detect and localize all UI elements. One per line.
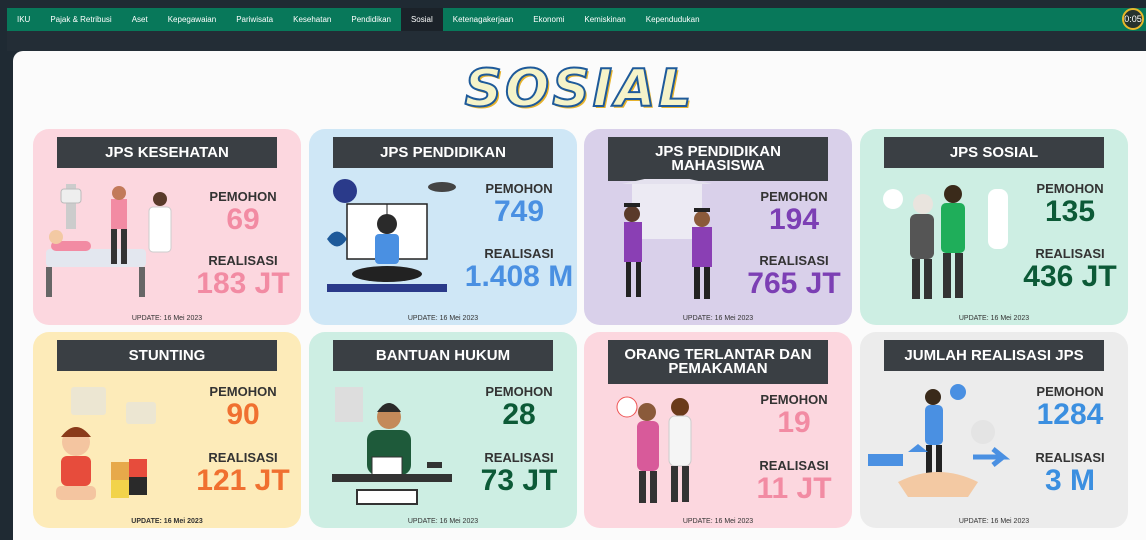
elderly-care-illustration-icon [883,185,1008,299]
nav-item-pajak-retribusi[interactable]: Pajak & Retribusi [40,8,121,31]
realisasi-value: 436 JT [1023,260,1117,293]
card-title: JPS PENDIDIKAN [333,137,553,168]
realisasi-label: REALISASI [1035,246,1105,261]
pemohon-value: 90 [226,398,260,431]
nav-item-kepegawaian[interactable]: Kepegawaian [158,8,226,31]
card-orang-terlantar-pemakaman: ORANG TERLANTAR DAN PEMAKAMAN PEMOHON 19… [584,332,852,528]
card-title: JPS SOSIAL [884,137,1104,168]
update-date: UPDATE: 16 Mei 2023 [958,315,1030,322]
pemohon-value: 135 [1044,195,1096,228]
card-stunting: STUNTING PEMOHON 90 REALISASI 121 JT UPD… [33,332,301,528]
pemohon-value: 28 [502,398,536,431]
sub-bar [7,31,1146,51]
timer-badge: 0:05 [1122,8,1144,30]
pemohon-label: PEMOHON [1036,384,1104,399]
card-title: JPS PENDIDIKAN MAHASISWA [608,137,828,181]
pemohon-label: PEMOHON [485,384,553,399]
nav-item-sosial[interactable]: Sosial [400,8,443,31]
nav-item-pendidikan[interactable]: Pendidikan [341,8,401,31]
lawyer-illustration-icon [332,387,452,505]
card-jps-kesehatan: JPS KESEHATAN PEMOHON 69 REALISASI 183 J… [33,129,301,325]
family-illustration-icon [616,396,692,503]
pemohon-label: PEMOHON [209,189,277,204]
card-title: BANTUAN HUKUM [333,340,553,371]
update-date: UPDATE: 16 Mei 2023 [407,315,479,322]
reading-student-illustration-icon [327,179,456,292]
card-title: JUMLAH REALISASI JPS [884,340,1104,371]
update-date: UPDATE: 16 Mei 2023 [958,518,1030,525]
helping-hand-illustration-icon [868,384,1011,497]
update-date: UPDATE: 16 Mei 2023 [131,315,203,322]
update-date: UPDATE: 16 Mei 2023 [407,518,479,525]
card-title: JPS KESEHATAN [57,137,277,168]
nav-item-pariwisata[interactable]: Pariwisata [226,8,283,31]
nav-item-aset[interactable]: Aset [122,8,158,31]
pemohon-label: PEMOHON [1036,181,1104,196]
graduates-illustration-icon [622,179,712,299]
realisasi-value: 1.408 M [464,260,574,293]
card-jps-pendidikan-mahasiswa: JPS PENDIDIKAN MAHASISWA PEMOHON 194 REA… [584,129,852,325]
nav-item-kesehatan[interactable]: Kesehatan [283,8,341,31]
pemohon-label: PEMOHON [760,189,828,204]
pemohon-value: 1284 [1036,398,1104,431]
realisasi-value: 73 JT [480,464,558,497]
nav-item-kemiskinan[interactable]: Kemiskinan [574,8,635,31]
update-date: UPDATE: 16 Mei 2023 [131,518,203,525]
realisasi-label: REALISASI [484,246,554,261]
nav-item-iku[interactable]: IKU [7,8,40,31]
nav-item-ekonomi[interactable]: Ekonomi [523,8,574,31]
hospital-illustration-icon [46,184,172,297]
card-title: STUNTING [57,340,277,371]
realisasi-value: 3 M [1044,464,1095,497]
realisasi-value: 183 JT [196,267,290,300]
update-date: UPDATE: 16 Mei 2023 [682,315,754,322]
card-title: ORANG TERLANTAR DAN PEMAKAMAN [608,340,828,384]
realisasi-label: REALISASI [484,450,554,465]
realisasi-label: REALISASI [759,253,829,268]
realisasi-value: 765 JT [747,267,841,300]
realisasi-value: 121 JT [196,464,290,497]
card-jumlah-realisasi-jps: JUMLAH REALISASI JPS PEMOHON 1284 REALIS… [860,332,1128,528]
toddler-blocks-illustration-icon [56,387,156,500]
pemohon-value: 69 [226,203,260,236]
update-date: UPDATE: 16 Mei 2023 [682,518,754,525]
pemohon-value: 194 [768,203,820,236]
pemohon-value: 19 [777,406,811,439]
realisasi-label: REALISASI [208,450,278,465]
realisasi-label: REALISASI [1035,450,1105,465]
page-title: SOSIAL [464,58,695,120]
realisasi-value: 11 JT [756,472,832,505]
card-jps-pendidikan: JPS PENDIDIKAN PEMOHON 749 REALISASI 1.4… [309,129,577,325]
pemohon-value: 749 [493,195,545,228]
top-nav: IKU Pajak & Retribusi Aset Kepegawaian P… [7,8,1146,31]
nav-item-ketenagakerjaan[interactable]: Ketenagakerjaan [443,8,524,31]
card-jps-sosial: JPS SOSIAL PEMOHON 135 REALISASI 436 JT … [860,129,1128,325]
realisasi-label: REALISASI [759,458,829,473]
pemohon-label: PEMOHON [209,384,277,399]
nav-item-kependudukan[interactable]: Kependudukan [636,8,710,31]
card-bantuan-hukum: BANTUAN HUKUM PEMOHON 28 REALISASI 73 JT… [309,332,577,528]
realisasi-label: REALISASI [208,253,278,268]
pemohon-label: PEMOHON [485,181,553,196]
pemohon-label: PEMOHON [760,392,828,407]
